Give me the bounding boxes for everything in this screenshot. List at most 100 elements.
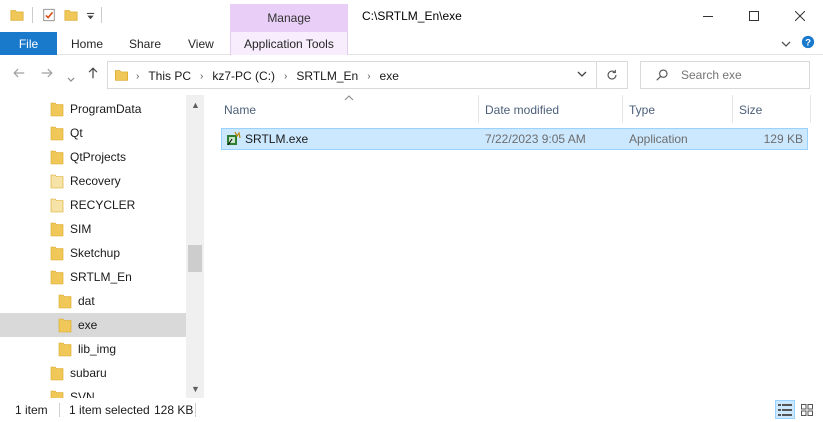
scroll-up-icon[interactable]: ▲ [191,100,200,110]
column-divider[interactable] [810,95,811,123]
up-arrow-icon[interactable] [86,66,100,83]
folder-icon [58,317,72,336]
file-size: 129 KB [763,132,803,146]
status-bar: 1 item 1 item selected 128 KB [0,398,823,422]
folder-icon [50,173,64,192]
sidebar-item-label: lib_img [78,342,117,356]
address-bar[interactable]: › This PC › kz7-PC (C:) › SRTLM_En › exe [107,61,597,89]
sidebar-item-label: subaru [70,366,107,380]
sidebar-item-svn[interactable]: SVN [0,385,186,398]
column-divider[interactable] [732,95,733,123]
column-divider[interactable] [622,95,623,123]
file-date-modified: 7/22/2023 9:05 AM [485,132,586,146]
sidebar-item-label: RECYCLER [70,198,136,212]
folder-icon [50,245,64,264]
address-row: › This PC › kz7-PC (C:) › SRTLM_En › exe [0,55,823,95]
column-header-type[interactable]: Type [629,103,655,117]
folder-icon [114,68,129,85]
sidebar-item-subaru[interactable]: subaru [0,361,186,385]
folder-icon [58,341,72,360]
sidebar-item-recycler[interactable]: RECYCLER [0,193,186,217]
title-bar: Manage C:\SRTLM_En\exe [0,0,823,32]
sort-ascending-icon [344,93,354,103]
recent-locations-chevron-icon[interactable] [67,70,75,86]
folder-icon [50,269,64,288]
customize-qat-icon[interactable] [86,10,95,24]
tab-application-tools[interactable]: Application Tools [244,32,334,55]
large-icons-view-button[interactable] [797,400,817,419]
status-divider [195,403,196,417]
scroll-down-icon[interactable]: ▼ [191,384,200,394]
column-divider[interactable] [478,95,479,123]
forward-arrow-icon[interactable] [40,66,54,83]
sidebar-item-sim[interactable]: SIM [0,217,186,241]
maximize-button[interactable] [731,0,777,31]
breadcrumb-separator-icon[interactable]: › [200,71,203,82]
sidebar-item-recovery[interactable]: Recovery [0,169,186,193]
sidebar-item-label: Qt [70,126,83,140]
sidebar-item-label: QtProjects [70,150,127,164]
sidebar-item-srtlm-en[interactable]: SRTLM_En [0,265,186,289]
tab-view[interactable]: View [188,32,214,55]
help-icon[interactable]: ? [801,35,815,52]
search-input[interactable] [681,68,801,82]
sidebar-item-label: dat [78,294,95,308]
sidebar-item-lib-img[interactable]: lib_img [0,337,186,361]
status-divider [59,403,60,417]
sidebar-item-dat[interactable]: dat [0,289,186,313]
svg-text:?: ? [805,38,811,49]
sidebar-item-sketchup[interactable]: Sketchup [0,241,186,265]
navigation-scrollbar[interactable]: ▲ ▼ [186,95,204,398]
tab-home[interactable]: Home [71,32,103,55]
folder-icon [50,149,64,168]
scrollbar-thumb[interactable] [188,245,202,272]
expand-ribbon-icon[interactable] [781,37,791,51]
table-row[interactable]: SRTLM.exe 7/22/2023 9:05 AM Application … [221,128,808,150]
tab-share[interactable]: Share [129,32,161,55]
address-dropdown-chevron-icon[interactable] [576,68,588,83]
breadcrumb-separator-icon[interactable]: › [367,71,370,82]
refresh-icon [607,69,617,80]
new-folder-icon[interactable] [64,8,78,25]
details-view-icon [778,403,792,416]
sidebar-item-programdata[interactable]: ProgramData [0,97,186,121]
column-header-size[interactable]: Size [739,103,762,117]
folder-icon [50,365,64,384]
breadcrumb-this-pc[interactable]: This PC [148,69,191,83]
large-icons-view-icon [801,403,813,416]
sidebar-item-label: ProgramData [70,102,142,116]
breadcrumb-separator-icon[interactable]: › [136,71,139,82]
folder-icon [50,221,64,240]
file-type: Application [629,132,688,146]
folder-icon [50,101,64,120]
sidebar-item-label: Sketchup [70,246,121,260]
sidebar-item-qtprojects[interactable]: QtProjects [0,145,186,169]
properties-icon[interactable] [42,8,56,25]
search-box[interactable] [640,61,810,89]
status-item-count: 1 item [15,403,48,417]
sidebar-item-label: SRTLM_En [70,270,132,284]
folder-icon [50,389,64,398]
sidebar-item-exe[interactable]: exe [0,313,186,337]
navigation-pane: ProgramData Qt QtProjects Recovery RECYCLER S… [0,95,204,398]
column-header-name[interactable]: Name [224,103,256,117]
details-view-button[interactable] [775,400,795,419]
back-arrow-icon[interactable] [12,66,26,83]
search-icon [655,68,669,85]
breadcrumb-separator-icon[interactable]: › [284,71,287,82]
minimize-button[interactable] [685,0,731,31]
breadcrumb-exe[interactable]: exe [380,69,399,83]
breadcrumb-drive[interactable]: kz7-PC (C:) [212,69,275,83]
tab-file[interactable]: File [0,32,57,55]
sidebar-item-label: exe [78,318,98,332]
breadcrumb-srtlm-en[interactable]: SRTLM_En [296,69,358,83]
file-name[interactable]: SRTLM.exe [245,132,308,146]
close-button[interactable] [777,0,823,31]
manage-label: Manage [267,11,311,25]
status-selection-size: 128 KB [154,403,194,417]
sidebar-item-label: SIM [70,222,92,236]
refresh-button[interactable] [597,61,628,89]
column-header-date[interactable]: Date modified [485,103,559,117]
sidebar-item-label: SVN [70,390,95,398]
sidebar-item-qt[interactable]: Qt [0,121,186,145]
